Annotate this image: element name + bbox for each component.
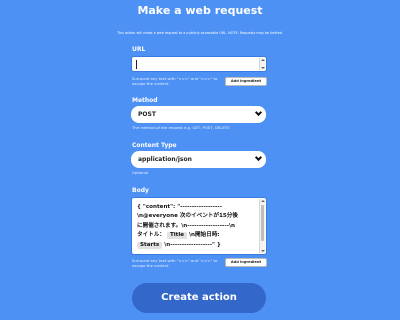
page-description: This action will make a web request to a… [117, 31, 283, 35]
body-line-2: \n@everyone 次のイベントが15分後 [137, 213, 238, 220]
body-content: { "content": "------------------ \n@ever… [137, 203, 257, 250]
starts-ingredient-chip[interactable]: Starts [137, 241, 163, 249]
create-action-button[interactable]: Create action [132, 283, 266, 313]
body-line-1: { "content": "------------------ [137, 204, 222, 210]
content-type-value: application/json [138, 156, 192, 163]
text-caret [136, 60, 137, 69]
body-line-4: タイトル： Title \n開始日時: [137, 231, 257, 240]
url-hint-line-2: escape the content [132, 81, 169, 86]
body-label: Body [132, 187, 149, 194]
method-value: POST [138, 111, 156, 118]
body-scroll-thumb[interactable] [261, 205, 264, 241]
method-hint: The method of the request e.g. GET, POST… [132, 125, 230, 130]
body-line-4-suffix: \n開始日時: [189, 232, 220, 239]
chevron-down-icon [254, 153, 263, 162]
content-type-select[interactable]: application/json [131, 151, 266, 168]
scroll-down-icon[interactable] [261, 67, 265, 69]
body-textarea[interactable]: { "content": "------------------ \n@ever… [131, 197, 267, 255]
scroll-down-icon[interactable] [261, 250, 265, 252]
url-input[interactable] [131, 56, 267, 72]
url-label: URL [132, 46, 146, 53]
body-scrollbar[interactable] [259, 199, 265, 253]
chevron-down-icon [254, 108, 263, 117]
page-title: Make a web request [137, 4, 263, 17]
body-add-ingredient-button[interactable]: Add ingredient [225, 258, 267, 267]
title-ingredient-chip[interactable]: Title [166, 232, 188, 240]
body-hint-line-2: escape the content [132, 263, 169, 268]
body-line-3: に開催されます。\n------------------\n [137, 222, 236, 229]
url-input-scrollbar[interactable] [259, 58, 265, 70]
content-type-label: Content Type [132, 142, 177, 149]
method-label: Method [132, 97, 158, 104]
scroll-up-icon[interactable] [261, 59, 265, 61]
method-select[interactable]: POST [131, 106, 266, 123]
url-add-ingredient-button[interactable]: Add ingredient [225, 77, 267, 86]
scroll-up-icon[interactable] [261, 200, 265, 202]
body-line-5: Starts \n------------------" } [137, 241, 257, 250]
content-type-hint: Optional [132, 170, 149, 175]
body-line-4-prefix: タイトル： [137, 232, 165, 239]
body-line-5-suffix: \n------------------" } [164, 241, 221, 248]
